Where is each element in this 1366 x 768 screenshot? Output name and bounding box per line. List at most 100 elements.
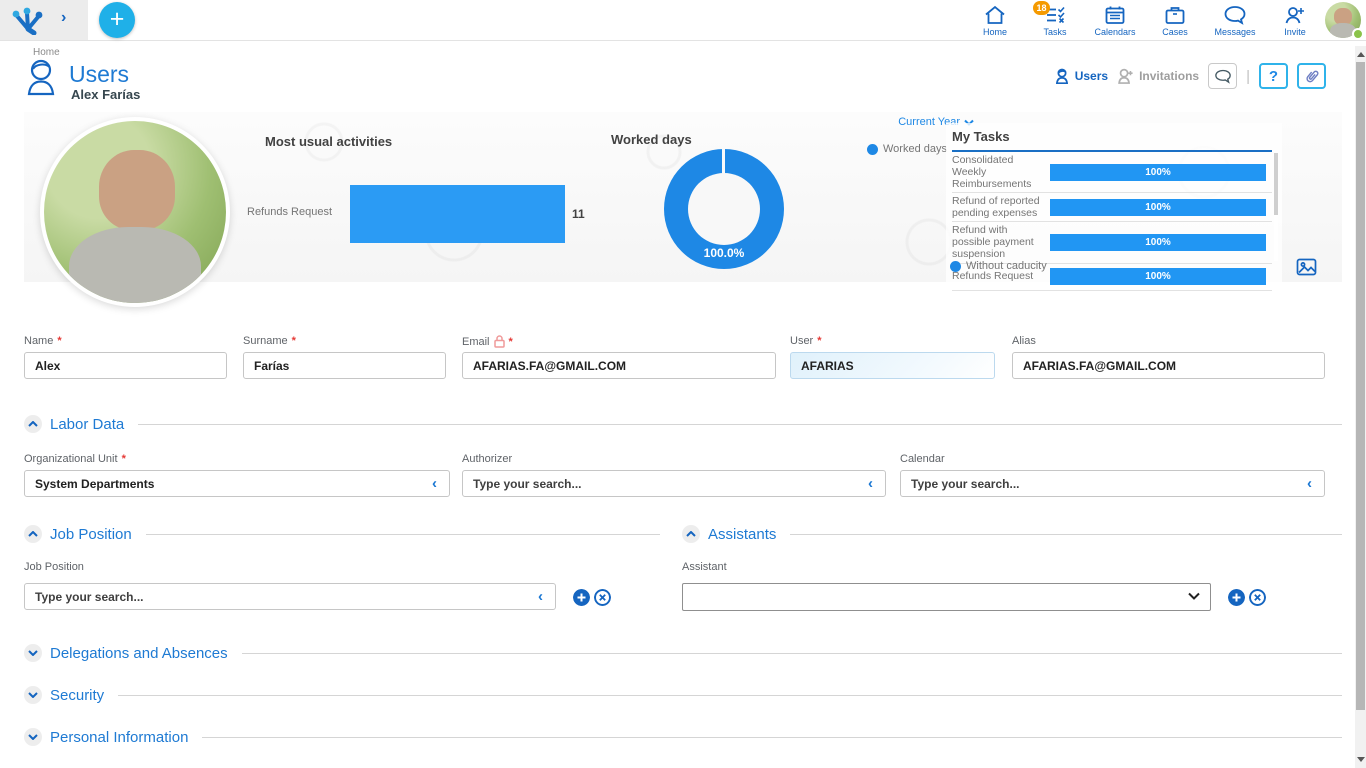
tasks-badge: 18 — [1033, 1, 1050, 15]
calendar-picker-icon[interactable]: ‹ — [1307, 475, 1312, 492]
top-navigation: Home 18 Tasks Calendars — [972, 2, 1318, 37]
invite-user-icon — [1284, 5, 1306, 25]
invitations-icon — [1117, 68, 1134, 84]
section-job-position[interactable]: Job Position — [24, 525, 660, 543]
online-status-dot — [1352, 28, 1364, 40]
my-tasks-title: My Tasks — [952, 129, 1272, 152]
comment-icon — [1214, 69, 1232, 84]
org-unit-field[interactable] — [24, 470, 450, 497]
task-progress-bar[interactable]: 100% — [1050, 199, 1266, 216]
name-field[interactable] — [24, 352, 227, 379]
top-bar: › + Home 18 Tasks — [0, 0, 1366, 41]
task-progress-bar[interactable]: 100% — [1050, 234, 1266, 251]
chevron-down-icon — [28, 734, 38, 740]
nav-invite[interactable]: Invite — [1272, 2, 1318, 37]
email-label: Email * — [462, 335, 513, 348]
breadcrumb[interactable]: Home — [33, 47, 60, 58]
attachments-button[interactable] — [1297, 63, 1326, 89]
authorizer-field[interactable] — [462, 470, 886, 497]
worked-days-title: Worked days — [611, 132, 692, 147]
nav-calendars[interactable]: Calendars — [1092, 2, 1138, 37]
org-unit-picker-icon[interactable]: ‹ — [432, 475, 437, 492]
scroll-up-arrow[interactable] — [1355, 48, 1366, 60]
surname-label: Surname* — [243, 335, 296, 347]
tasks-scrollbar-thumb[interactable] — [1274, 153, 1278, 215]
worked-days-donut[interactable]: 100.0% — [664, 149, 784, 269]
header-actions: Users Invitations | ? — [1054, 62, 1326, 90]
worked-days-legend: Worked days — [867, 143, 947, 155]
profile-photo-image — [44, 121, 226, 303]
scrollbar-thumb[interactable] — [1356, 62, 1365, 710]
org-unit-label: Organizational Unit* — [24, 453, 126, 465]
alias-field[interactable] — [1012, 352, 1325, 379]
scroll-down-arrow[interactable] — [1355, 753, 1366, 765]
nav-messages[interactable]: Messages — [1212, 2, 1258, 37]
worked-days-value: 100.0% — [664, 246, 784, 260]
activities-bar[interactable] — [350, 185, 565, 243]
name-label: Name* — [24, 335, 62, 347]
user-label: User* — [790, 335, 822, 347]
new-case-button[interactable]: + — [99, 2, 135, 38]
lock-icon — [494, 335, 505, 348]
tasks-scrollbar[interactable] — [1274, 153, 1278, 261]
section-personal-info[interactable]: Personal Information — [24, 728, 1342, 746]
task-progress-bar[interactable]: 100% — [1050, 164, 1266, 181]
remove-job-position-button[interactable] — [594, 589, 611, 606]
users-page: › + Home 18 Tasks — [0, 0, 1366, 768]
profile-avatar[interactable] — [1325, 2, 1361, 38]
section-security[interactable]: Security — [24, 686, 1342, 704]
page-subtitle: Alex Farías — [71, 87, 140, 102]
authorizer-picker-icon[interactable]: ‹ — [868, 475, 873, 492]
help-button[interactable]: ? — [1259, 63, 1288, 89]
task-row: Refund of reported pending expenses 100% — [952, 193, 1272, 222]
comments-button[interactable] — [1208, 63, 1237, 89]
add-assistant-button[interactable] — [1228, 589, 1245, 606]
user-icon — [1054, 68, 1070, 84]
caducity-legend: Without caducity — [950, 260, 1047, 272]
chevron-down-icon — [28, 650, 38, 656]
user-field[interactable] — [790, 352, 995, 379]
alias-label: Alias — [1012, 335, 1036, 347]
surname-field[interactable] — [243, 352, 446, 379]
change-banner-image-button[interactable] — [1296, 258, 1317, 276]
job-position-label: Job Position — [24, 561, 84, 573]
paperclip-icon — [1300, 64, 1324, 88]
message-bubble-icon — [1223, 5, 1247, 25]
users-page-icon — [23, 58, 59, 96]
briefcase-icon — [1164, 5, 1186, 25]
nav-tasks[interactable]: 18 Tasks — [1032, 2, 1078, 37]
assistant-label: Assistant — [682, 561, 727, 573]
section-assistants[interactable]: Assistants — [682, 525, 1342, 543]
user-dashboard-banner: Most usual activities Refunds Request 11… — [24, 112, 1342, 282]
sidebar-expand-icon[interactable]: › — [61, 9, 66, 27]
divider: | — [1246, 68, 1250, 85]
nav-home[interactable]: Home — [972, 2, 1018, 37]
activities-bar-value: 11 — [572, 207, 585, 221]
chevron-up-icon — [28, 421, 38, 427]
legend-dot — [867, 144, 878, 155]
calendar-icon — [1104, 5, 1126, 25]
page-title: Users — [69, 61, 129, 88]
tab-invitations[interactable]: Invitations — [1117, 68, 1199, 84]
task-progress-bar[interactable]: 100% — [1050, 268, 1266, 285]
section-labor-data[interactable]: Labor Data — [24, 415, 1342, 433]
email-field[interactable] — [462, 352, 776, 379]
nav-cases[interactable]: Cases — [1152, 2, 1198, 37]
task-row: Consolidated Weekly Reimbursements 100% — [952, 152, 1272, 193]
task-row: Refund with possible payment suspension … — [952, 222, 1272, 263]
chevron-down-icon — [1188, 592, 1200, 600]
assistant-select[interactable] — [682, 583, 1211, 611]
calendar-field[interactable] — [900, 470, 1325, 497]
legend-dot — [950, 261, 961, 272]
brand-logo-icon — [8, 5, 44, 35]
page-scrollbar[interactable] — [1355, 46, 1366, 768]
section-delegations[interactable]: Delegations and Absences — [24, 644, 1342, 662]
add-job-position-button[interactable] — [573, 589, 590, 606]
job-position-field[interactable] — [24, 583, 556, 610]
job-position-picker-icon[interactable]: ‹ — [538, 588, 543, 605]
profile-photo[interactable] — [40, 117, 230, 307]
brand-logo-area[interactable]: › — [0, 0, 88, 40]
remove-assistant-button[interactable] — [1249, 589, 1266, 606]
chevron-down-icon — [28, 692, 38, 698]
tab-users[interactable]: Users — [1054, 68, 1108, 84]
